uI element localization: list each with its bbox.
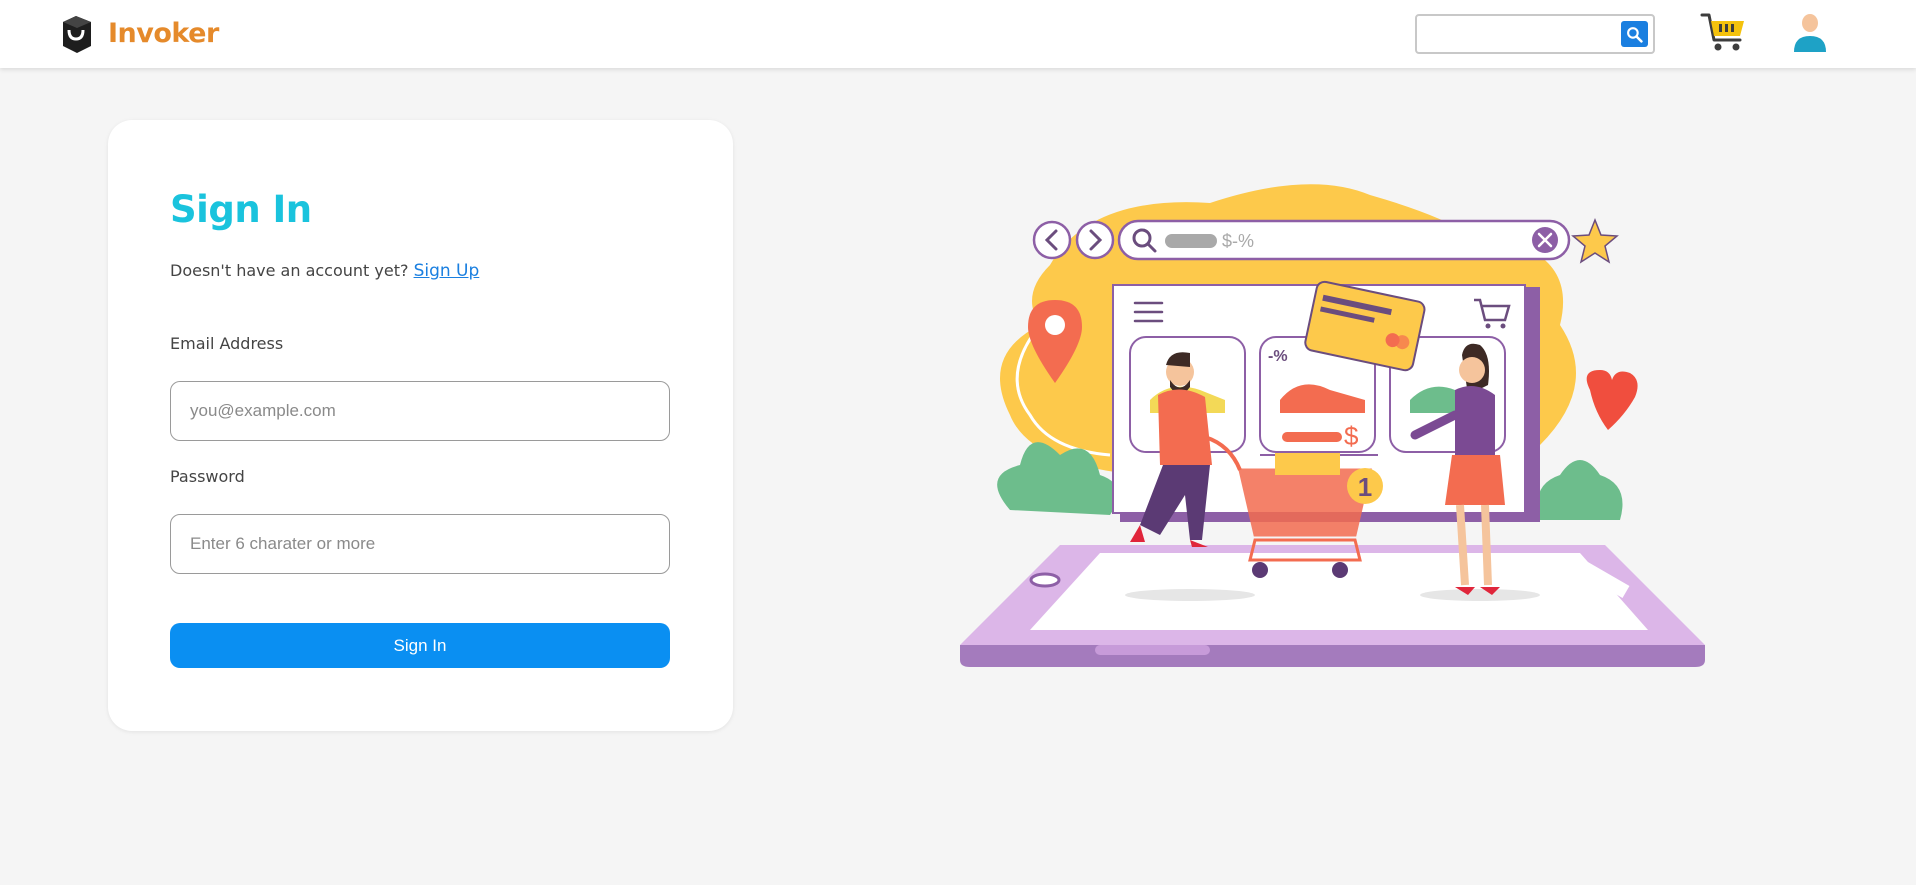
brand-name: Invoker (108, 17, 219, 49)
plant-right (1537, 460, 1623, 520)
cart-count: 1 (1358, 472, 1372, 502)
sign-up-link[interactable]: Sign Up (414, 261, 480, 281)
search-box (1415, 14, 1655, 54)
email-field[interactable] (170, 381, 670, 441)
cart-icon (1700, 13, 1744, 51)
price-symbol: $ (1344, 421, 1359, 451)
signup-prompt-text: Doesn't have an account yet? (170, 261, 409, 280)
woman-head (1459, 357, 1485, 383)
sign-in-button[interactable]: Sign In (170, 623, 670, 668)
browser-search-text: $-% (1222, 231, 1254, 251)
discount-label: -% (1268, 348, 1288, 365)
user-account-button[interactable] (1790, 10, 1830, 54)
search-button[interactable] (1621, 21, 1648, 47)
shopping-illustration: -% $ $-% 1 (960, 184, 1705, 667)
brand-link[interactable]: Invoker (60, 12, 219, 54)
password-label: Password (170, 467, 245, 486)
sign-in-card: Sign In Doesn't have an account yet? Sig… (108, 120, 733, 731)
password-field[interactable] (170, 514, 670, 574)
cart-button[interactable] (1700, 10, 1748, 54)
signup-prompt: Doesn't have an account yet? Sign Up (170, 261, 479, 281)
brand-logo-icon (63, 16, 91, 53)
search-icon (1627, 26, 1643, 43)
star-shape (1571, 217, 1619, 264)
heart-shape (1586, 370, 1638, 430)
email-label: Email Address (170, 334, 284, 353)
top-navbar: Invoker (0, 0, 1916, 68)
page-title: Sign In (170, 188, 312, 231)
search-input[interactable] (1425, 22, 1615, 46)
user-icon (1794, 14, 1826, 52)
